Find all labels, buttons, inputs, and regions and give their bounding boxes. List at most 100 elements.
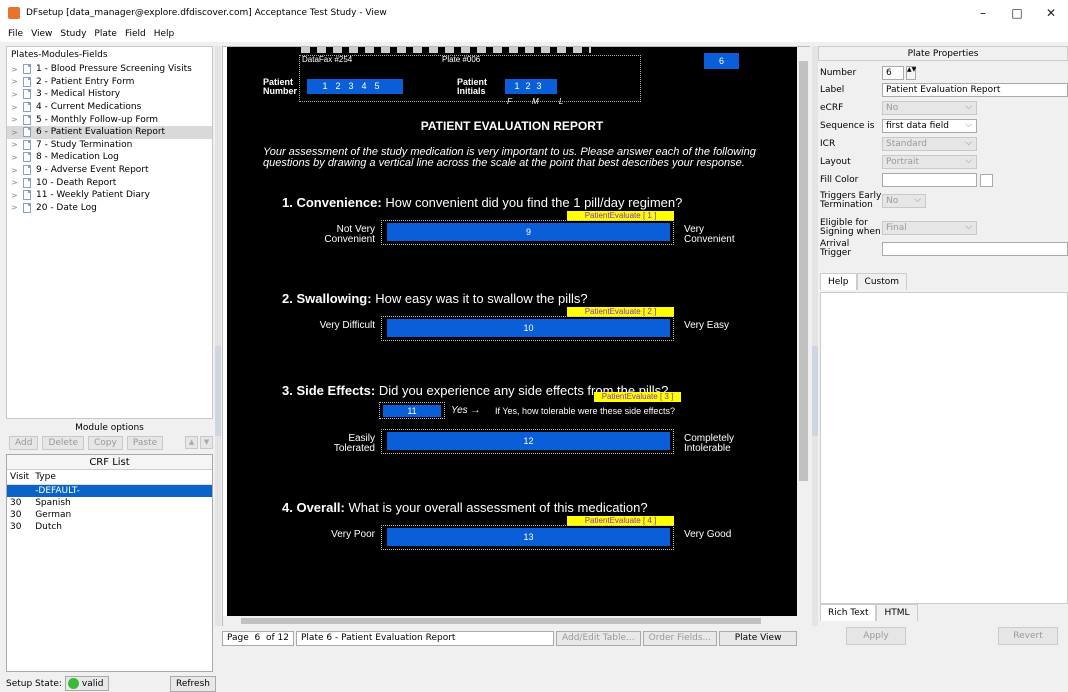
refresh-button[interactable]: Refresh — [170, 676, 216, 692]
add-edit-table-button[interactable]: Add/Edit Table... — [556, 630, 641, 646]
document-icon — [23, 165, 31, 176]
menu-study[interactable]: Study — [60, 29, 86, 39]
eligible-select[interactable]: Final — [882, 221, 977, 235]
fill-color-swatch[interactable] — [980, 173, 993, 187]
patient-initials-label: Patient Initials — [457, 77, 488, 96]
chevron-right-icon[interactable]: > — [11, 203, 21, 212]
chevron-right-icon[interactable]: > — [11, 191, 21, 200]
menu-file[interactable]: File — [8, 29, 23, 39]
chevron-right-icon[interactable]: > — [11, 153, 21, 162]
arrival-trigger-field[interactable] — [882, 242, 1068, 256]
tree-item[interactable]: >20 - Date Log — [7, 202, 212, 215]
tree-item-label: 3 - Medical History — [36, 89, 121, 100]
plate-id: Plate #006 — [442, 55, 481, 64]
tree-item[interactable]: >9 - Adverse Event Report — [7, 164, 212, 177]
revert-button[interactable]: Revert — [998, 627, 1058, 645]
q2-scale-field[interactable]: 10 — [387, 319, 670, 337]
q1-left-anchor: Not Very Convenient — [324, 224, 375, 245]
vertical-scrollbar[interactable] — [797, 47, 810, 616]
tab-html[interactable]: HTML — [876, 604, 918, 621]
barcode-ticks — [301, 47, 591, 53]
close-button[interactable]: ✕ — [1034, 0, 1068, 26]
q4-scale-field[interactable]: 13 — [387, 528, 670, 546]
q3-field-tag[interactable]: PatientEvaluate [ 3 ] — [594, 392, 681, 402]
menu-field[interactable]: Field — [125, 29, 146, 39]
add-button[interactable]: Add — [9, 436, 39, 450]
layout-select[interactable]: Portrait — [882, 155, 977, 169]
menu-help[interactable]: Help — [154, 29, 175, 39]
crf-row[interactable]: 30 Dutch — [7, 521, 212, 533]
number-spinner[interactable]: ▲▼ — [906, 66, 916, 80]
chevron-right-icon[interactable]: > — [11, 178, 21, 187]
tree-item[interactable]: >2 - Patient Entry Form — [7, 76, 212, 89]
tab-rich-text[interactable]: Rich Text — [820, 604, 877, 621]
icr-label: ICR — [820, 138, 836, 149]
move-down-button[interactable]: ▼ — [200, 436, 213, 449]
plate-view-button[interactable]: Plate View — [719, 630, 798, 646]
copy-button[interactable]: Copy — [88, 436, 123, 450]
icr-select[interactable]: Standard — [882, 137, 977, 151]
q1-scale-field[interactable]: 9 — [387, 223, 670, 241]
delete-button[interactable]: Delete — [42, 436, 85, 450]
chevron-right-icon[interactable]: > — [11, 140, 21, 149]
chevron-right-icon[interactable]: > — [11, 90, 21, 99]
left-splitter[interactable] — [215, 46, 221, 626]
q3-yesno-field[interactable]: 11 — [383, 405, 441, 417]
ecrf-select[interactable]: No — [882, 101, 977, 115]
menu-bar: File View Study Plate Field Help — [0, 26, 1068, 42]
tree-item[interactable]: >6 - Patient Evaluation Report — [7, 125, 212, 139]
layout-label: Layout — [820, 156, 851, 167]
q3-scale-field[interactable]: 12 — [387, 432, 670, 450]
minimize-button[interactable]: – — [966, 0, 1000, 26]
chevron-right-icon[interactable]: > — [11, 103, 21, 112]
paste-button[interactable]: Paste — [126, 436, 164, 450]
q4-question: 4. Overall: What is your overall assessm… — [282, 500, 648, 515]
maximize-button[interactable]: □ — [1000, 0, 1034, 26]
crf-row[interactable]: -DEFAULT- — [7, 484, 212, 497]
tree-item[interactable]: >4 - Current Medications — [7, 101, 212, 114]
chevron-right-icon[interactable]: > — [11, 77, 21, 86]
tree-item[interactable]: >10 - Death Report — [7, 176, 212, 189]
document-icon — [23, 202, 31, 213]
tree-item[interactable]: >5 - Monthly Follow-up Form — [7, 113, 212, 126]
valid-status-button[interactable]: valid — [64, 676, 110, 691]
document-icon — [23, 114, 31, 125]
fill-color-field[interactable] — [882, 173, 977, 187]
patient-number-field[interactable]: 12345 — [307, 79, 403, 94]
help-editor[interactable] — [820, 292, 1068, 604]
horizontal-scrollbar[interactable] — [223, 616, 811, 626]
tree-item[interactable]: >8 - Medication Log — [7, 151, 212, 164]
sequence-select[interactable]: first data field — [882, 119, 977, 133]
page-number[interactable]: 6 — [255, 633, 261, 643]
plate-number-field[interactable]: 6 — [704, 53, 739, 69]
number-field[interactable]: 6 — [882, 66, 904, 80]
tab-custom[interactable]: Custom — [856, 273, 908, 290]
order-fields-button[interactable]: Order Fields... — [642, 630, 718, 646]
col-type[interactable]: Type — [32, 470, 212, 485]
patient-initials-field[interactable]: 123 — [505, 79, 557, 94]
tree-item[interactable]: >3 - Medical History — [7, 88, 212, 101]
move-up-button[interactable]: ▲ — [185, 436, 199, 449]
sequence-label: Sequence is — [820, 120, 875, 131]
triggers-label: Triggers Early Termination — [820, 191, 882, 210]
tab-help[interactable]: Help — [820, 273, 857, 290]
crf-row[interactable]: 30 German — [7, 509, 212, 521]
menu-view[interactable]: View — [31, 29, 52, 39]
chevron-right-icon[interactable]: > — [11, 115, 21, 124]
col-visit[interactable]: Visit — [7, 470, 33, 485]
chevron-right-icon[interactable]: > — [11, 128, 21, 137]
tree-item[interactable]: >7 - Study Termination — [7, 139, 212, 152]
chevron-right-icon[interactable]: > — [11, 166, 21, 175]
menu-plate[interactable]: Plate — [94, 29, 117, 39]
intro-line-2: questions by drawing a vertical line acr… — [263, 157, 745, 169]
tree-item[interactable]: >1 - Blood Pressure Screening Visits — [7, 63, 212, 76]
label-field[interactable]: Patient Evaluation Report — [882, 83, 1068, 97]
q1-right-anchor: Very Convenient — [684, 224, 735, 245]
apply-button[interactable]: Apply — [846, 627, 906, 645]
tree-item[interactable]: >11 - Weekly Patient Diary — [7, 189, 212, 202]
triggers-select[interactable]: No — [882, 194, 926, 208]
crf-row[interactable]: 30 Spanish — [7, 497, 212, 509]
module-options: Module options Add Delete Copy Paste ▲ ▼ — [6, 419, 213, 451]
page-label: Page — [227, 632, 249, 643]
chevron-right-icon[interactable]: > — [11, 65, 21, 74]
